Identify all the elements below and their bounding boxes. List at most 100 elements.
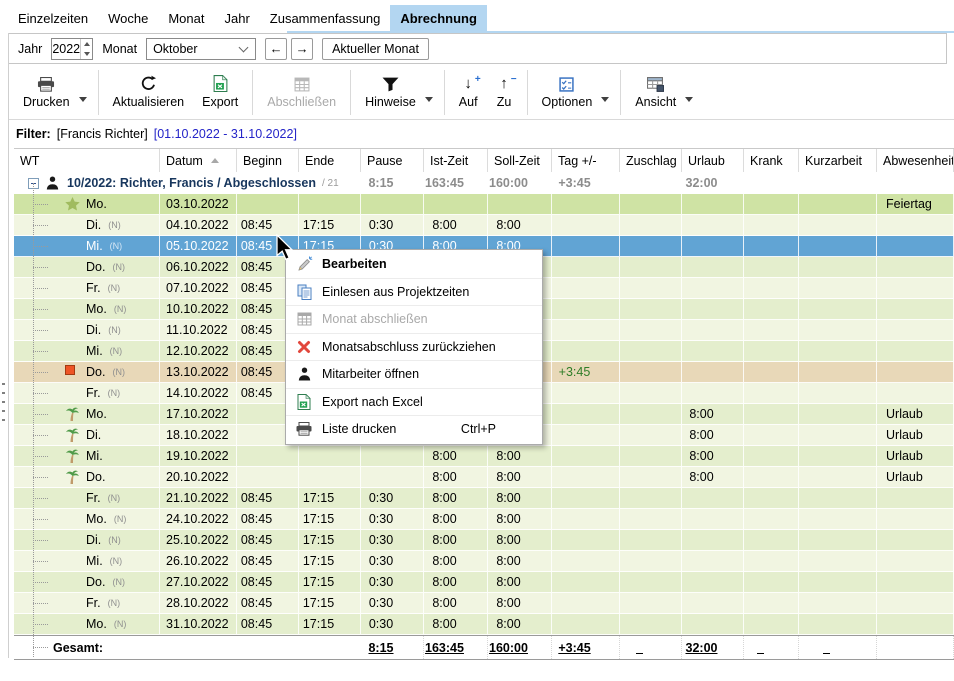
cell-urlaub	[682, 530, 744, 550]
cell-wt: Fr.(N)	[14, 593, 160, 613]
table-row[interactable]: Mi.19.10.20228:008:008:00Urlaub	[14, 446, 954, 467]
tab-monat[interactable]: Monat	[158, 5, 214, 31]
cell-zuschlag	[620, 530, 682, 550]
options-dropdown-caret[interactable]	[601, 97, 609, 102]
view-dropdown-caret[interactable]	[685, 97, 693, 102]
cell-zuschlag	[620, 236, 682, 256]
menu-item-label: Monat abschließen	[322, 312, 428, 326]
filter-daterange[interactable]: [01.10.2022 - 31.10.2022]	[154, 127, 297, 141]
refresh-button[interactable]: Aktualisieren	[104, 66, 194, 119]
group-row[interactable]: 10/2022: Richter, Francis / Abgeschlosse…	[14, 172, 954, 194]
filter-label: Filter:	[16, 127, 51, 141]
cell-tag	[552, 299, 620, 319]
tree-dash	[33, 267, 48, 268]
current-month-button[interactable]: Aktueller Monat	[322, 38, 429, 60]
table-row[interactable]: Do.(N)27.10.202208:4517:150:308:008:00	[14, 572, 954, 593]
cell-krank	[744, 593, 799, 613]
tree-dash	[33, 288, 48, 289]
tab-zusammenfassung[interactable]: Zusammenfassung	[260, 5, 391, 31]
column-header-urlaub[interactable]: Urlaub	[682, 149, 744, 172]
cell-ende: 17:15	[299, 530, 361, 550]
empty-total-underline	[823, 642, 830, 654]
column-header-krank[interactable]: Krank	[744, 149, 799, 172]
cell-krank	[744, 551, 799, 571]
column-header-wt[interactable]: WT	[14, 149, 160, 172]
year-up-button[interactable]	[81, 39, 92, 49]
column-header-ist-zeit[interactable]: Ist-Zeit	[424, 149, 488, 172]
zoom-in-button[interactable]: ↓+ Auf	[450, 66, 487, 119]
menu-item-monatsabschluss-zurückziehen[interactable]: Monatsabschluss zurückziehen	[286, 333, 542, 361]
column-header-beginn[interactable]: Beginn	[237, 149, 299, 172]
year-down-button[interactable]	[81, 49, 92, 59]
menu-item-mitarbeiter-öffnen[interactable]: Mitarbeiter öffnen	[286, 360, 542, 388]
menu-item-einlesen-aus-projektzeiten[interactable]: Einlesen aus Projektzeiten	[286, 278, 542, 306]
cell-krank	[744, 572, 799, 592]
tab-abrechnung[interactable]: Abrechnung	[390, 5, 487, 31]
prev-month-button[interactable]: ←	[265, 38, 287, 60]
column-header-ende[interactable]: Ende	[299, 149, 361, 172]
month-select[interactable]: Oktober	[146, 38, 256, 60]
table-row[interactable]: Do.20.10.20228:008:008:00Urlaub	[14, 467, 954, 488]
n-flag: (N)	[108, 325, 121, 335]
table-row[interactable]: Di.(N)25.10.202208:4517:150:308:008:00	[14, 530, 954, 551]
column-header-abwesenheit[interactable]: Abwesenheit	[877, 149, 954, 172]
print-button[interactable]: Drucken	[14, 66, 79, 119]
table-row[interactable]: Mo.(N)24.10.202208:4517:150:308:008:00	[14, 509, 954, 530]
column-header-tag[interactable]: Tag +/-	[552, 149, 620, 172]
total-cell-abw	[877, 636, 954, 659]
cell-kurz	[799, 488, 877, 508]
cell-tag	[552, 467, 620, 487]
tab-woche[interactable]: Woche	[98, 5, 158, 31]
menu-item-export-nach-excel[interactable]: Export nach Excel	[286, 388, 542, 416]
filter-person[interactable]: [Francis Richter]	[57, 127, 148, 141]
table-row[interactable]: Fr.(N)21.10.202208:4517:150:308:008:00	[14, 488, 954, 509]
period-nav-row: Jahr 2022 Monat Oktober ← → Aktueller Mo…	[8, 33, 947, 64]
zoom-out-button[interactable]: ↑− Zu	[487, 66, 522, 119]
hints-button[interactable]: Hinweise	[356, 66, 425, 119]
group-cell-tag: +3:45	[552, 172, 620, 194]
table-row[interactable]: Mo.(N)31.10.202208:4517:150:308:008:00	[14, 614, 954, 635]
print-dropdown-caret[interactable]	[79, 97, 87, 102]
column-header-datum[interactable]: Datum	[160, 149, 237, 172]
cell-ist: 8:00	[424, 467, 488, 487]
tree-dash	[33, 435, 48, 436]
cell-wt: Mi.	[14, 446, 160, 466]
table-row[interactable]: Fr.(N)28.10.202208:4517:150:308:008:00	[14, 593, 954, 614]
group-cell-soll: 160:00	[488, 172, 552, 194]
column-header-pause[interactable]: Pause	[361, 149, 424, 172]
splitter-handle[interactable]	[2, 383, 5, 427]
view-button[interactable]: Ansicht	[626, 66, 685, 119]
cell-kurz	[799, 425, 877, 445]
hints-dropdown-caret[interactable]	[425, 97, 433, 102]
tab-einzelzeiten[interactable]: Einzelzeiten	[8, 5, 98, 31]
cell-abw: Feiertag	[877, 194, 954, 214]
cell-pause: 0:30	[361, 551, 424, 571]
weekday-label: Fr.	[86, 491, 101, 505]
menu-item-liste-drucken[interactable]: Liste druckenCtrl+P	[286, 415, 542, 443]
column-header-zuschlag[interactable]: Zuschlag	[620, 149, 682, 172]
menu-item-bearbeiten[interactable]: Bearbeiten	[286, 251, 542, 278]
next-month-button[interactable]: →	[291, 38, 313, 60]
column-header-kurzarbeit[interactable]: Kurzarbeit	[799, 149, 877, 172]
person-icon	[46, 176, 59, 195]
year-stepper[interactable]: 2022	[51, 38, 93, 60]
excel-export-icon	[213, 74, 228, 92]
cell-urlaub: 8:00	[682, 446, 744, 466]
tree-dash	[33, 624, 48, 625]
column-header-label: WT	[20, 154, 39, 168]
table-row[interactable]: Di.(N)04.10.202208:4517:150:308:008:00	[14, 215, 954, 236]
n-flag: (N)	[112, 577, 125, 587]
export-button[interactable]: Export	[193, 66, 247, 119]
collapse-toggle-icon[interactable]	[28, 178, 39, 189]
table-row[interactable]: Mo.03.10.2022Feiertag	[14, 194, 954, 215]
cell-kurz	[799, 551, 877, 571]
cell-datum: 19.10.2022	[160, 446, 237, 466]
tab-jahr[interactable]: Jahr	[214, 5, 259, 31]
cell-datum: 18.10.2022	[160, 425, 237, 445]
cell-soll: 8:00	[488, 446, 552, 466]
table-row[interactable]: Mi.(N)26.10.202208:4517:150:308:008:00	[14, 551, 954, 572]
column-header-soll-zeit[interactable]: Soll-Zeit	[488, 149, 552, 172]
cell-wt: Mo.(N)	[14, 614, 160, 634]
options-button[interactable]: Optionen	[533, 66, 602, 119]
cell-pause: 0:30	[361, 215, 424, 235]
